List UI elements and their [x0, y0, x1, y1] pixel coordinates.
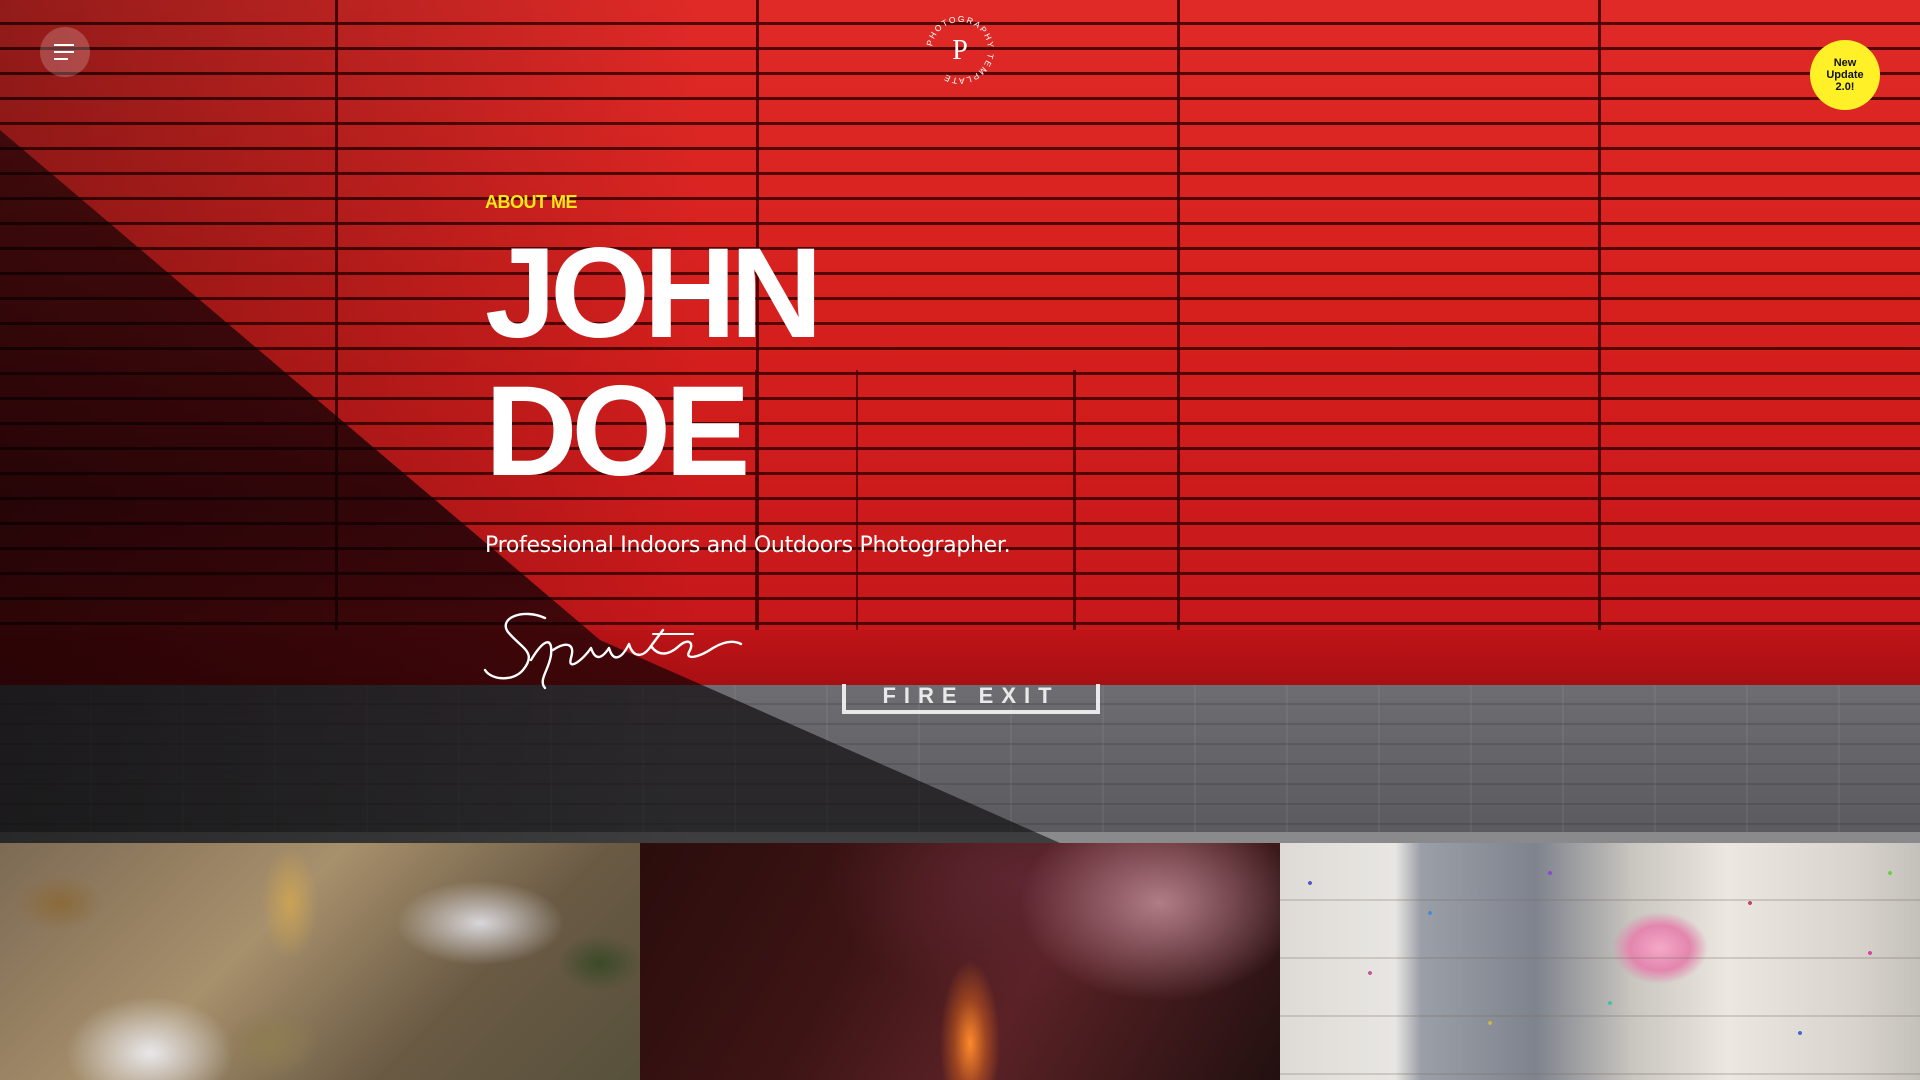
section-eyebrow: ABOUT ME	[485, 192, 578, 212]
new-update-badge[interactable]: New Update 2.0!	[1810, 40, 1880, 110]
gallery-tile-river-stones[interactable]	[0, 843, 640, 1080]
name-first-text: JOHN	[485, 222, 823, 365]
menu-button[interactable]	[40, 27, 90, 77]
name-first: JOHN	[485, 230, 823, 360]
signature-image	[483, 612, 743, 690]
wall-seam	[1177, 0, 1180, 630]
site-logo[interactable]: PHOTOGRAPHY TEMPLATE P	[924, 14, 995, 86]
name-last-text: DOE	[485, 360, 750, 503]
badge-line3: 2.0!	[1835, 81, 1855, 93]
confetti-texture	[1280, 843, 1920, 1080]
badge-line2: Update	[1826, 69, 1864, 81]
badge-line1: New	[1833, 57, 1857, 69]
hero-section: FIRE EXIT PHOTOGRAPHY TEMPLATE P New Upd…	[0, 0, 1920, 843]
wall-seam	[1598, 0, 1601, 630]
hero-tagline: Professional Indoors and Outdoors Photog…	[485, 533, 1011, 558]
gallery-tile-canyon[interactable]	[640, 843, 1280, 1080]
name-last: DOE	[485, 368, 750, 500]
fire-exit-sign: FIRE EXIT	[842, 684, 1100, 714]
logo-emblem-icon: PHOTOGRAPHY TEMPLATE P	[924, 14, 994, 86]
hamburger-menu-icon	[54, 44, 74, 60]
photo-gallery	[0, 843, 1920, 1080]
svg-text:P: P	[952, 35, 968, 66]
gallery-tile-wedding[interactable]	[1280, 843, 1920, 1080]
